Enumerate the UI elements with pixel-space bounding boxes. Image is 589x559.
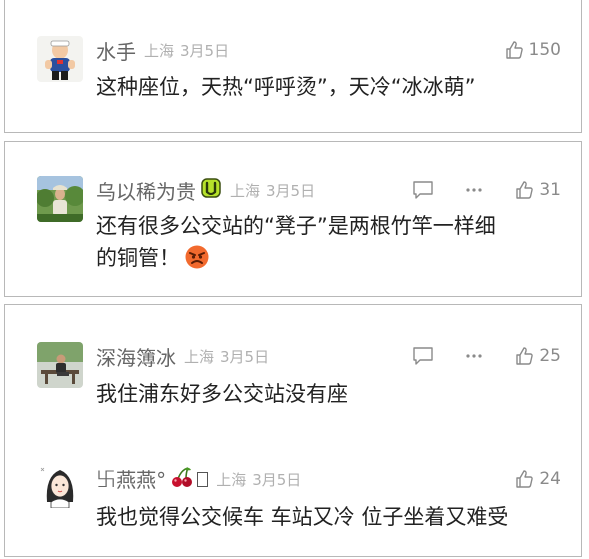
comment-text-line: 还有很多公交站的“凳子”是两根竹竿一样细 bbox=[96, 214, 496, 238]
more-icon bbox=[466, 188, 482, 192]
avatar[interactable] bbox=[37, 176, 83, 222]
comment-text: 我住浦东好多公交站没有座 bbox=[96, 382, 348, 406]
date-label: 3月5日 bbox=[180, 41, 230, 60]
like-button[interactable]: 150 bbox=[504, 40, 561, 60]
green-bracket-badge-icon bbox=[200, 177, 222, 203]
comment-text: 我也觉得公交候车 车站又冷 位子坐着又难受 bbox=[96, 505, 509, 529]
avatar[interactable] bbox=[37, 342, 83, 388]
angry-face-emoji-icon bbox=[184, 244, 210, 279]
thumbs-up-icon bbox=[516, 181, 534, 199]
reply-button[interactable] bbox=[412, 346, 434, 366]
comment-header: 水手 上海 3月5日 150 bbox=[96, 36, 561, 64]
like-button[interactable]: 25 bbox=[514, 346, 561, 366]
comment-item: 乌以稀为贵 上海 3月5日 31 还有很多公交站的“凳子”是两根竹竿一样细 的铜… bbox=[5, 142, 581, 298]
like-count: 31 bbox=[539, 180, 561, 200]
username[interactable]: 乌以稀为贵 bbox=[96, 176, 196, 205]
comment-header: ࿕燕燕° 上海 3月5日 24 bbox=[96, 465, 561, 493]
like-count: 150 bbox=[528, 40, 561, 60]
reply-button[interactable] bbox=[412, 180, 434, 200]
more-button[interactable] bbox=[464, 346, 484, 366]
comment-text: 还有很多公交站的“凳子”是两根竹竿一样细 的铜管！ bbox=[96, 210, 551, 279]
like-count: 24 bbox=[539, 469, 561, 489]
location-label: 上海 bbox=[230, 181, 261, 200]
comment-text-line: 的铜管！ bbox=[96, 242, 551, 279]
like-button[interactable]: 31 bbox=[514, 180, 561, 200]
date-label: 3月5日 bbox=[252, 470, 302, 489]
comment-card: 乌以稀为贵 上海 3月5日 31 还有很多公交站的“凳子”是两根竹竿一样细 的铜… bbox=[4, 141, 582, 297]
comment-item: 水手 上海 3月5日 150 这种座位，天热“呼呼烫”，天冷“冰冰萌” bbox=[5, 0, 581, 134]
comment-actions: 150 bbox=[504, 40, 561, 60]
username[interactable]: 深海簿冰 bbox=[96, 342, 176, 371]
date-label: 3月5日 bbox=[266, 181, 316, 200]
comment-item: ࿕燕燕° 上海 3月5日 24 我也觉得公交候车 车站又冷 位子坐着又难受 bbox=[5, 450, 581, 555]
comment-card: 水手 上海 3月5日 150 这种座位，天热“呼呼烫”，天冷“冰冰萌” bbox=[4, 0, 582, 133]
thumbs-up-icon bbox=[516, 470, 534, 488]
comment-header: 深海簿冰 上海 3月5日 25 bbox=[96, 342, 561, 370]
comment-actions: 25 bbox=[412, 346, 561, 366]
more-icon bbox=[466, 354, 482, 358]
date-label: 3月5日 bbox=[220, 347, 270, 366]
avatar[interactable] bbox=[37, 462, 83, 508]
cherry-emoji-icon bbox=[170, 466, 194, 492]
more-button[interactable] bbox=[464, 180, 484, 200]
avatar[interactable] bbox=[37, 36, 83, 82]
missing-glyph-icon bbox=[197, 471, 209, 487]
comment-item: 深海簿冰 上海 3月5日 25 我住浦东好多公交站没有座 bbox=[5, 305, 581, 420]
reply-icon bbox=[413, 347, 434, 365]
like-button[interactable]: 24 bbox=[514, 469, 561, 489]
comment-header: 乌以稀为贵 上海 3月5日 31 bbox=[96, 176, 561, 204]
location-label: 上海 bbox=[144, 41, 175, 60]
reply-icon bbox=[413, 181, 434, 199]
location-label: 上海 bbox=[216, 470, 247, 489]
comment-feed: 水手 上海 3月5日 150 这种座位，天热“呼呼烫”，天冷“冰冰萌” 乌以稀为… bbox=[0, 0, 589, 559]
thumbs-up-icon bbox=[505, 41, 523, 59]
comment-text-line-content: 的铜管！ bbox=[96, 246, 180, 270]
like-count: 25 bbox=[539, 346, 561, 366]
comment-text: 这种座位，天热“呼呼烫”，天冷“冰冰萌” bbox=[96, 75, 476, 99]
location-label: 上海 bbox=[184, 347, 215, 366]
thumbs-up-icon bbox=[516, 347, 534, 365]
comment-actions: 31 bbox=[412, 180, 561, 200]
comment-actions: 24 bbox=[514, 469, 561, 489]
comment-card: 深海簿冰 上海 3月5日 25 我住浦东好多公交站没有座 ࿕燕燕° 上海 3月5… bbox=[4, 304, 582, 557]
username[interactable]: ࿕燕燕° bbox=[96, 464, 166, 495]
username[interactable]: 水手 bbox=[96, 36, 136, 65]
